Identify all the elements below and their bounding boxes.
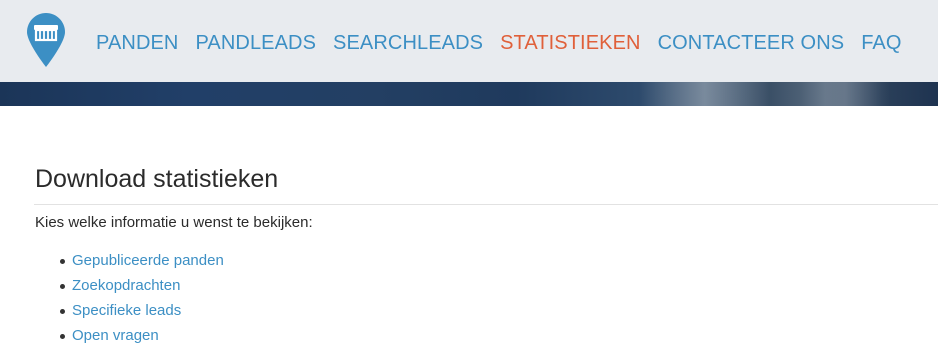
list-item: Open vragen: [60, 326, 224, 347]
title-divider: [34, 204, 938, 205]
nav-item-statistieken[interactable]: STATISTIEKEN: [500, 32, 640, 55]
page-title: Download statistieken: [35, 165, 279, 193]
intro-text: Kies welke informatie u wenst te bekijke…: [35, 214, 313, 231]
option-link-specifieke-leads[interactable]: Specifieke leads: [72, 302, 181, 319]
bullet-icon: [60, 259, 65, 264]
option-link-gepubliceerde-panden[interactable]: Gepubliceerde panden: [72, 252, 224, 269]
banner-highlight: [800, 82, 890, 106]
option-link-zoekopdrachten[interactable]: Zoekopdrachten: [72, 277, 180, 294]
nav-item-faq[interactable]: FAQ: [861, 32, 901, 55]
header-banner: [0, 82, 938, 106]
page: PANDEN PANDLEADS SEARCHLEADS STATISTIEKE…: [0, 0, 938, 347]
nav-menu: PANDEN PANDLEADS SEARCHLEADS STATISTIEKE…: [96, 30, 919, 56]
option-link-open-vragen[interactable]: Open vragen: [72, 327, 159, 344]
nav-item-searchleads[interactable]: SEARCHLEADS: [333, 32, 483, 55]
nav-item-contacteer-ons[interactable]: CONTACTEER ONS: [658, 32, 845, 55]
list-item: Zoekopdrachten: [60, 276, 224, 301]
bullet-icon: [60, 309, 65, 314]
shop-pin-icon[interactable]: [26, 12, 66, 68]
nav-item-panden[interactable]: PANDEN: [96, 32, 178, 55]
list-item: Gepubliceerde panden: [60, 251, 224, 276]
nav-item-pandleads[interactable]: PANDLEADS: [195, 32, 316, 55]
list-item: Specifieke leads: [60, 301, 224, 326]
bullet-icon: [60, 284, 65, 289]
bullet-icon: [60, 334, 65, 339]
top-navigation-bar: PANDEN PANDLEADS SEARCHLEADS STATISTIEKE…: [0, 0, 938, 83]
banner-highlight: [640, 82, 770, 106]
statistics-options-list: Gepubliceerde panden Zoekopdrachten Spec…: [60, 251, 224, 347]
